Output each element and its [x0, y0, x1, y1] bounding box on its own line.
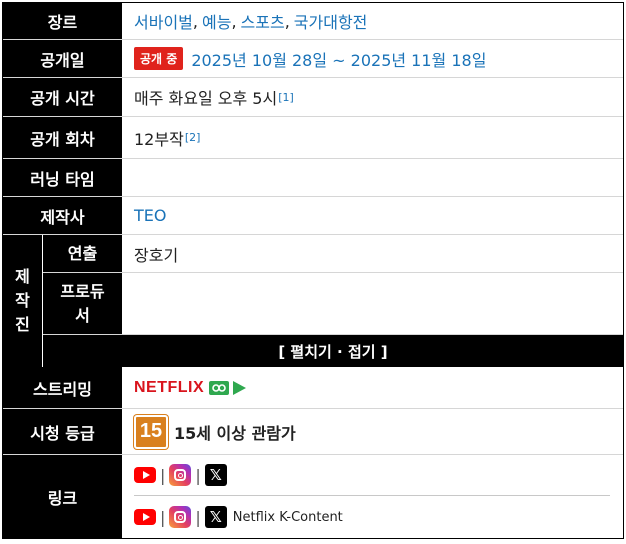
staff-char: 작 — [15, 291, 30, 310]
links-line-1: | | 𝕏 — [134, 455, 610, 496]
producer-staff-label-line2: 서 — [75, 305, 90, 325]
row-rating: 시청 등급 15 15세 이상 관람가 — [3, 409, 623, 455]
footnote-2[interactable]: [2] — [185, 131, 201, 144]
release-header: 공개일 — [3, 40, 122, 77]
netflix-link[interactable]: NETFLIX — [134, 379, 204, 397]
genre-link-variety[interactable]: 예능 — [202, 9, 231, 33]
producer-staff-value — [122, 273, 623, 334]
youtube-icon[interactable] — [134, 467, 156, 483]
genre-header: 장르 — [3, 3, 122, 39]
divider: | — [160, 507, 166, 527]
row-episodes: 공개 회차 12부작 [2] — [3, 117, 623, 159]
time-text: 매주 화요일 오후 5시 — [134, 89, 278, 108]
row-streaming: 스트리밍 NETFLIX — [3, 367, 623, 409]
genre-link-sports[interactable]: 스포츠 — [241, 9, 285, 33]
release-dates-link[interactable]: 2025년 10월 28일 ~ 2025년 11월 18일 — [191, 47, 486, 71]
x-twitter-icon[interactable]: 𝕏 — [204, 464, 227, 486]
row-producer-staff: 프로듀 서 — [43, 273, 623, 335]
producer-header: 제작사 — [3, 197, 122, 234]
streaming-value: NETFLIX — [122, 367, 623, 408]
row-toggle: [ 펼치기 · 접기 ] — [3, 335, 623, 367]
expand-collapse-toggle[interactable]: [ 펼치기 · 접기 ] — [43, 335, 623, 367]
youtube-icon[interactable] — [134, 509, 156, 525]
status-badge: 공개 중 — [134, 47, 184, 70]
staff-char: 진 — [15, 315, 30, 334]
row-time: 공개 시간 매주 화요일 오후 5시 [1] — [3, 78, 623, 117]
divider: | — [195, 507, 201, 527]
links-line-2: | | 𝕏 Netflix K-Content — [134, 496, 623, 538]
streaming-header: 스트리밍 — [3, 367, 122, 408]
producer-value: TEO — [122, 197, 623, 234]
x-twitter-icon[interactable]: 𝕏 — [204, 506, 227, 528]
rating-text: 15세 이상 관람가 — [174, 423, 296, 443]
instagram-icon[interactable] — [169, 464, 192, 486]
row-runtime: 러닝 타임 — [3, 159, 623, 197]
age-rating-15-icon: 15 — [134, 414, 168, 449]
row-release: 공개일 공개 중 2025년 10월 28일 ~ 2025년 11월 18일 — [3, 40, 623, 78]
director-header: 연출 — [43, 235, 122, 272]
staff-char: 제 — [15, 267, 30, 286]
episodes-text: 12부작 — [134, 129, 184, 149]
runtime-header: 러닝 타임 — [3, 159, 122, 196]
producer-link-teo[interactable]: TEO — [134, 206, 166, 225]
info-box: 장르 서바이벌, 예능, 스포츠, 국가대항전 공개일 공개 중 2025년 1… — [2, 2, 624, 539]
footnote-1[interactable]: [1] — [278, 91, 294, 104]
director-value: 장호기 — [134, 245, 179, 265]
link-icon[interactable] — [209, 380, 230, 395]
episodes-header: 공개 회차 — [3, 117, 122, 158]
instagram-icon[interactable] — [169, 506, 192, 528]
row-genre: 장르 서바이벌, 예능, 스포츠, 국가대항전 — [3, 3, 623, 40]
runtime-value — [122, 159, 623, 196]
genre-link-survival[interactable]: 서바이벌 — [134, 9, 193, 33]
genre-value: 서바이벌, 예능, 스포츠, 국가대항전 — [122, 3, 623, 39]
play-icon[interactable] — [233, 380, 247, 395]
episodes-value: 12부작 [2] — [122, 117, 623, 158]
netflix-kcontent-label[interactable]: Netflix K-Content — [233, 510, 343, 525]
rating-value: 15 15세 이상 관람가 — [122, 409, 623, 454]
links-header: 링크 — [3, 455, 122, 538]
time-header: 공개 시간 — [3, 78, 122, 116]
divider: | — [195, 465, 201, 485]
release-value: 공개 중 2025년 10월 28일 ~ 2025년 11월 18일 — [122, 40, 623, 77]
genre-link-international[interactable]: 국가대항전 — [294, 9, 368, 33]
producer-staff-label-line1: 프로듀 — [60, 281, 105, 301]
genre-sep: , — [284, 11, 290, 31]
rating-header: 시청 등급 — [3, 409, 122, 454]
producer-staff-header: 프로듀 서 — [43, 273, 122, 334]
genre-sep: , — [231, 11, 237, 31]
time-value: 매주 화요일 오후 5시 [1] — [122, 78, 623, 116]
links-value: | | 𝕏 | | 𝕏 Netflix K-Content — [122, 455, 623, 538]
genre-sep: , — [192, 11, 198, 31]
row-director: 연출 장호기 — [43, 235, 623, 273]
divider: | — [160, 465, 166, 485]
row-producer: 제작사 TEO — [3, 197, 623, 235]
row-links: 링크 | | 𝕏 | | 𝕏 Netflix K-Content — [3, 455, 623, 538]
